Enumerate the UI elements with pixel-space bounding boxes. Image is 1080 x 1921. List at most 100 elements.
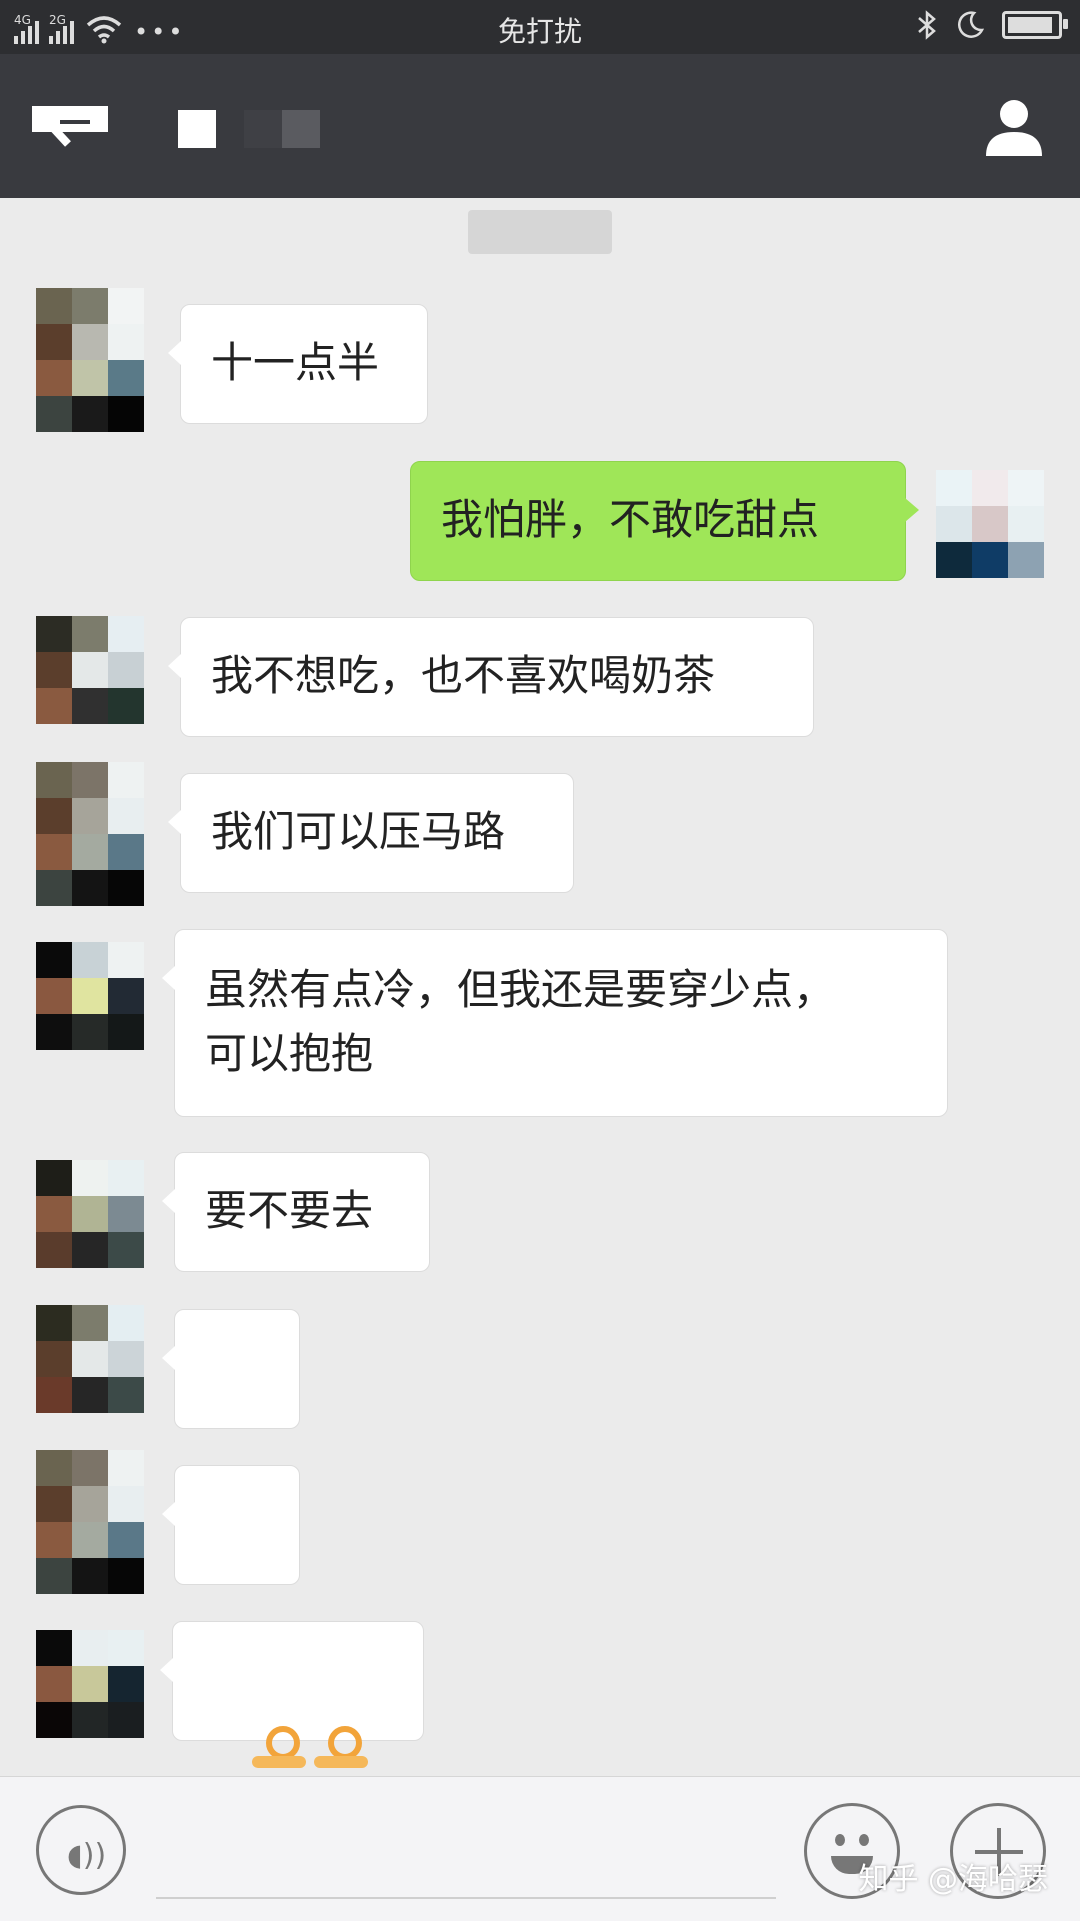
message-bubble[interactable]: 十一点半	[168, 304, 428, 424]
avatar-pixel	[72, 652, 108, 688]
avatar-pixel	[36, 288, 72, 324]
avatar-pixel	[108, 1558, 144, 1594]
avatar[interactable]	[36, 942, 144, 1050]
voice-icon[interactable]: ◖))	[36, 1805, 126, 1895]
avatar-pixel	[36, 1160, 72, 1196]
avatar-pixel	[108, 688, 144, 724]
avatar-pixel	[936, 506, 972, 542]
avatar-pixel	[108, 978, 144, 1014]
avatar-pixel	[36, 978, 72, 1014]
avatar-pixel	[108, 288, 144, 324]
avatar-pixel	[108, 1666, 144, 1702]
avatar-pixel	[108, 1377, 144, 1413]
watermark: 知乎 @海哈瑟	[858, 1862, 1048, 1897]
avatar[interactable]	[936, 470, 1044, 578]
avatar-pixel	[108, 1014, 144, 1050]
avatar-pixel	[36, 1666, 72, 1702]
avatar-pixel	[72, 616, 108, 652]
avatar-pixel	[72, 1486, 108, 1522]
redacted-block	[282, 110, 320, 148]
avatar[interactable]	[36, 288, 144, 432]
avatar-pixel	[72, 762, 108, 798]
avatar-pixel	[36, 1305, 72, 1341]
avatar-pixel	[72, 1232, 108, 1268]
avatar-pixel	[36, 798, 72, 834]
avatar-pixel	[108, 1522, 144, 1558]
avatar-pixel	[108, 396, 144, 432]
avatar[interactable]	[36, 1160, 144, 1268]
avatar-pixel	[108, 1341, 144, 1377]
avatar[interactable]	[36, 616, 144, 724]
avatar-pixel	[36, 1014, 72, 1050]
avatar-pixel	[108, 1232, 144, 1268]
status-bar: 4G 2G ••• 免打扰	[0, 0, 1080, 54]
battery-icon	[1002, 11, 1068, 39]
avatar-pixel	[36, 834, 72, 870]
avatar-pixel	[1008, 506, 1044, 542]
avatar-pixel	[72, 798, 108, 834]
avatar-pixel	[72, 1377, 108, 1413]
avatar[interactable]	[36, 1450, 144, 1594]
message-bubble[interactable]: 虽然有点冷，但我还是要穿少点， 可以抱抱	[162, 929, 948, 1117]
avatar-pixel	[72, 396, 108, 432]
message-input[interactable]	[156, 1897, 776, 1899]
back-icon[interactable]	[30, 104, 110, 148]
moon-icon	[958, 11, 984, 38]
avatar-pixel	[36, 1196, 72, 1232]
avatar-pixel	[36, 942, 72, 978]
message-bubble[interactable]: 我们可以压马路	[168, 773, 574, 893]
avatar-pixel	[108, 652, 144, 688]
avatar-pixel	[72, 1450, 108, 1486]
avatar-pixel	[36, 1558, 72, 1594]
timestamp-chip	[468, 210, 612, 254]
avatar-pixel	[1008, 470, 1044, 506]
avatar-pixel	[108, 616, 144, 652]
avatar-pixel	[108, 762, 144, 798]
avatar-pixel	[972, 542, 1008, 578]
snail-icon	[252, 1724, 307, 1768]
avatar-pixel	[72, 834, 108, 870]
avatar-pixel	[72, 1196, 108, 1232]
message-bubble[interactable]	[162, 1465, 300, 1682]
message-bubble[interactable]	[162, 1309, 300, 1526]
avatar-pixel	[108, 1702, 144, 1738]
avatar-pixel	[36, 616, 72, 652]
avatar-pixel	[72, 1522, 108, 1558]
avatar-pixel	[72, 1666, 108, 1702]
avatar-pixel	[36, 762, 72, 798]
avatar[interactable]	[36, 762, 144, 906]
avatar-pixel	[36, 870, 72, 906]
message-bubble[interactable]: 我怕胖，不敢吃甜点	[410, 461, 919, 581]
avatar-pixel	[108, 1160, 144, 1196]
avatar-pixel	[72, 688, 108, 724]
avatar-pixel	[36, 324, 72, 360]
message-bubble[interactable]: 要不要去	[162, 1152, 430, 1272]
avatar-pixel	[72, 942, 108, 978]
avatar-pixel	[72, 1341, 108, 1377]
avatar-pixel	[972, 470, 1008, 506]
avatar-pixel	[72, 1160, 108, 1196]
avatar-pixel	[108, 324, 144, 360]
avatar-pixel	[108, 1450, 144, 1486]
avatar-pixel	[72, 1014, 108, 1050]
avatar-pixel	[972, 506, 1008, 542]
avatar-pixel	[108, 1196, 144, 1232]
avatar-pixel	[936, 542, 972, 578]
person-icon[interactable]	[982, 94, 1046, 158]
avatar-pixel	[72, 1558, 108, 1594]
avatar[interactable]	[36, 1630, 144, 1738]
redacted-block	[178, 110, 216, 148]
avatar-pixel	[108, 870, 144, 906]
avatar-pixel	[72, 288, 108, 324]
avatar-pixel	[72, 324, 108, 360]
avatar[interactable]	[36, 1305, 144, 1413]
message-bubble[interactable]: 我不想吃，也不喜欢喝奶茶	[168, 617, 814, 737]
avatar-pixel	[72, 978, 108, 1014]
message-bubble[interactable]	[160, 1621, 424, 1832]
bluetooth-icon	[918, 10, 936, 40]
avatar-pixel	[108, 798, 144, 834]
avatar-pixel	[72, 1630, 108, 1666]
avatar-pixel	[36, 688, 72, 724]
avatar-pixel	[108, 942, 144, 978]
avatar-pixel	[936, 470, 972, 506]
